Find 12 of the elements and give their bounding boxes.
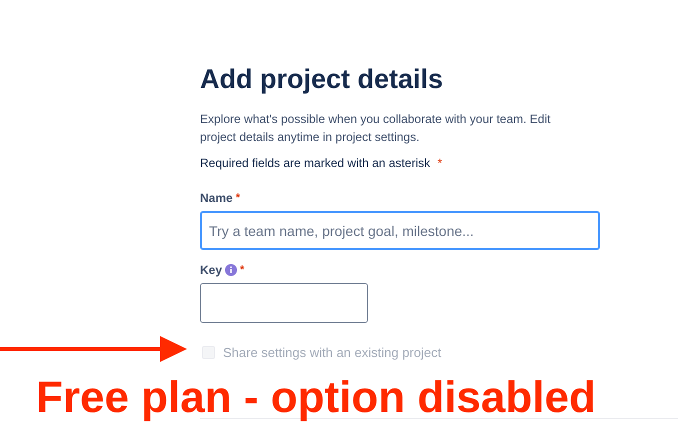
field-label: Name <box>200 190 233 207</box>
checkbox-label: Share settings with an existing project <box>223 344 442 362</box>
annotation-text: Free plan - option disabled <box>36 372 596 424</box>
field-label: Key <box>200 262 222 279</box>
description: Explore what's possible when you collaborate with your team. Edit project details anytime in project settings. <box>200 111 552 146</box>
required-asterisk: * <box>236 190 240 206</box>
input-field[interactable] <box>200 283 368 323</box>
input-field[interactable]: Try a team name, project goal, milestone... <box>200 211 600 250</box>
required-asterisk: * <box>240 262 244 278</box>
required-note: Required fields are marked with an asterisk * <box>200 155 444 172</box>
info-icon[interactable] <box>225 264 238 276</box>
page-title: Add project details <box>200 63 444 96</box>
